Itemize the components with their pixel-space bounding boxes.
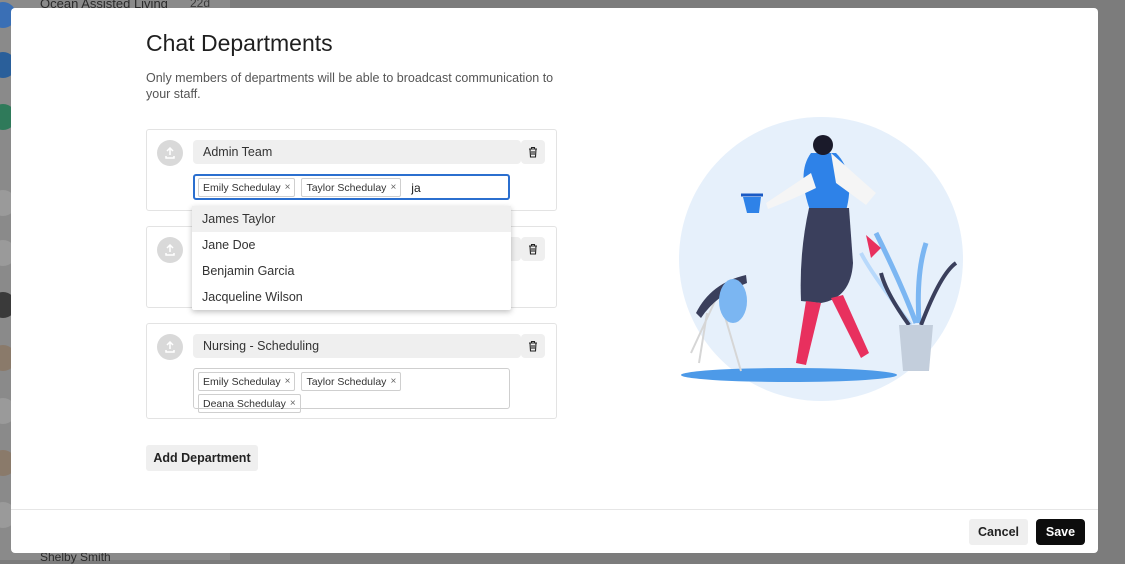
modal-subtitle: Only members of departments will be able…	[146, 71, 554, 101]
member-chip: Emily Schedulay ×	[198, 178, 296, 197]
member-chip-label: Deana Schedulay	[203, 397, 286, 410]
upload-icon[interactable]	[157, 140, 183, 166]
member-chip: Taylor Schedulay ×	[301, 372, 402, 391]
cancel-button[interactable]: Cancel	[969, 519, 1028, 545]
remove-chip-icon[interactable]: ×	[390, 182, 396, 193]
member-chip-label: Emily Schedulay	[203, 181, 281, 194]
footer-divider	[11, 509, 1098, 510]
save-button[interactable]: Save	[1036, 519, 1085, 545]
member-chip-label: Emily Schedulay	[203, 375, 281, 388]
member-picker-input[interactable]: Emily Schedulay × Taylor Schedulay × ja	[193, 174, 510, 200]
member-chip-label: Taylor Schedulay	[306, 181, 387, 194]
department-card: Emily Schedulay × Taylor Schedulay × ja	[146, 129, 557, 211]
member-chip: Emily Schedulay ×	[198, 372, 296, 391]
upload-icon[interactable]	[157, 334, 183, 360]
member-chip: Deana Schedulay ×	[198, 394, 301, 413]
modal-title: Chat Departments	[146, 30, 333, 56]
suggestion-option[interactable]: Jacqueline Wilson	[192, 284, 511, 310]
member-chip-label: Taylor Schedulay	[306, 375, 387, 388]
remove-chip-icon[interactable]: ×	[285, 182, 291, 193]
departments-illustration	[679, 117, 963, 401]
department-name-input[interactable]	[193, 334, 521, 358]
suggestion-option[interactable]: James Taylor	[192, 206, 511, 232]
remove-chip-icon[interactable]: ×	[390, 376, 396, 387]
add-department-button[interactable]: Add Department	[146, 445, 258, 471]
department-name-input[interactable]	[193, 140, 521, 164]
member-search-text[interactable]: ja	[411, 181, 420, 195]
member-picker-input[interactable]: Emily Schedulay × Taylor Schedulay × Dea…	[193, 368, 510, 413]
remove-chip-icon[interactable]: ×	[290, 398, 296, 409]
suggestion-option[interactable]: Jane Doe	[192, 232, 511, 258]
upload-icon[interactable]	[157, 237, 183, 263]
member-suggestions-dropdown: James Taylor Jane Doe Benjamin Garcia Ja…	[192, 206, 511, 310]
trash-icon[interactable]	[521, 237, 545, 261]
department-card: Emily Schedulay × Taylor Schedulay × Dea…	[146, 323, 557, 419]
chat-departments-modal: Chat Departments Only members of departm…	[11, 8, 1098, 553]
trash-icon[interactable]	[521, 334, 545, 358]
member-chip: Taylor Schedulay ×	[301, 178, 402, 197]
suggestion-option[interactable]: Benjamin Garcia	[192, 258, 511, 284]
remove-chip-icon[interactable]: ×	[285, 376, 291, 387]
trash-icon[interactable]	[521, 140, 545, 164]
